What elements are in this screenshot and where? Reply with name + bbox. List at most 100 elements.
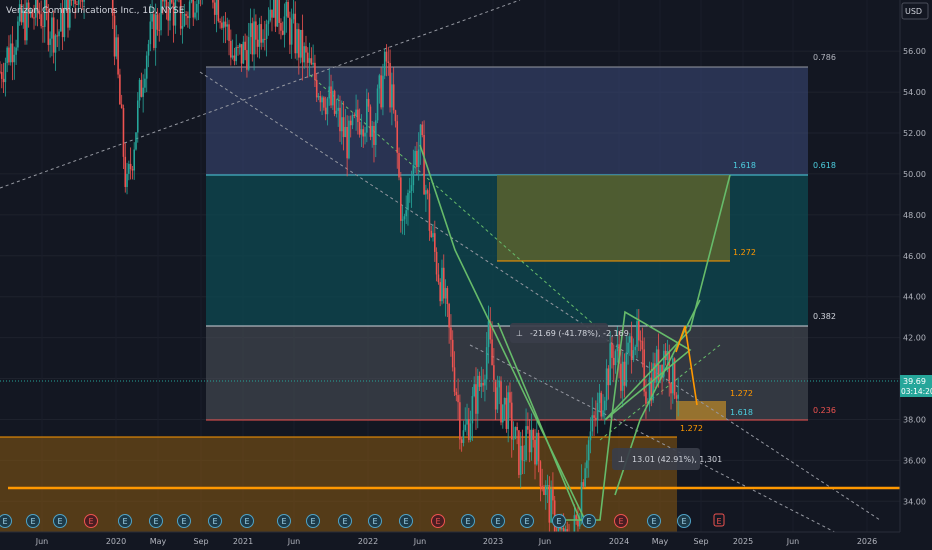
candle-body: [604, 400, 606, 411]
price-tick-label: 34.00: [903, 497, 926, 506]
candle-body: [485, 347, 488, 380]
candle-body: [135, 132, 137, 150]
candle-body: [0, 72, 3, 79]
earnings-letter: E: [465, 517, 470, 526]
candle-body: [2, 78, 5, 83]
candle-body: [552, 488, 554, 501]
candle-body: [437, 274, 440, 283]
candle-body: [339, 107, 341, 132]
candle-body: [591, 415, 594, 432]
candle-body: [235, 46, 237, 62]
candle-body: [156, 14, 159, 30]
price-chart[interactable]: 0.786 0.618 0.382 0.236 1.618 1.272 1.27…: [0, 0, 932, 550]
time-label: Jun: [786, 537, 800, 546]
candle-body: [575, 515, 577, 520]
candle-body: [518, 430, 520, 475]
candle-body: [187, 15, 189, 19]
candle-body: [323, 97, 325, 108]
candle-body: [435, 251, 438, 275]
candle-body: [119, 74, 121, 105]
candle-body: [500, 380, 502, 423]
candle-body: [469, 423, 472, 440]
candle-body: [407, 192, 409, 211]
candle-body: [274, 0, 277, 27]
earnings-letter: E: [618, 517, 623, 526]
candle-body: [153, 14, 155, 48]
time-label: 2023: [483, 537, 503, 546]
candle-body: [357, 109, 359, 123]
candle-body: [623, 361, 626, 386]
candle-body: [482, 382, 484, 386]
candle-body: [330, 86, 332, 106]
earnings-letter: E: [122, 517, 127, 526]
candle-body: [306, 52, 309, 63]
fib-label-0618: 0.618: [813, 161, 836, 170]
candle-body: [519, 445, 522, 475]
candle-body: [6, 47, 8, 63]
candle-body: [509, 392, 511, 403]
time-label: May: [150, 537, 167, 546]
candle-body: [544, 485, 547, 495]
price-tick-label: 46.00: [903, 252, 926, 261]
candle-body: [598, 392, 601, 403]
candle-body: [240, 44, 243, 64]
candle-body: [546, 485, 549, 487]
candle-body: [630, 336, 633, 361]
time-label: 2022: [358, 537, 378, 546]
earnings-letter: E: [681, 517, 686, 526]
earnings-letter: E: [212, 517, 217, 526]
candle-body: [310, 58, 313, 65]
candle-body: [72, 0, 75, 1]
candle-body: [280, 22, 282, 31]
candle-body: [584, 468, 586, 487]
candle-body: [496, 387, 499, 410]
price-tick-label: 54.00: [903, 88, 926, 97]
time-label: Jun: [413, 537, 427, 546]
candle-body: [400, 177, 402, 221]
candle-body: [154, 14, 157, 48]
candle-body: [319, 96, 322, 103]
candle-body: [15, 47, 17, 55]
candle-body: [364, 132, 366, 137]
price-tick-label: 48.00: [903, 211, 926, 220]
candle-body: [217, 0, 220, 22]
candle-body: [181, 25, 184, 29]
small-target-box: [676, 401, 726, 420]
time-label: Jun: [538, 537, 552, 546]
candle-body: [444, 288, 447, 299]
candle-body: [258, 24, 261, 47]
candle-body: [332, 90, 334, 106]
candle-body: [267, 20, 270, 25]
candle-body: [163, 0, 166, 2]
candle-body: [612, 357, 615, 366]
candle-body: [264, 38, 266, 40]
candle-body: [122, 108, 125, 157]
candle-body: [527, 426, 529, 430]
candle-body: [120, 104, 123, 109]
candle-body: [366, 98, 368, 133]
candle-body: [290, 19, 293, 45]
candle-body: [516, 426, 518, 431]
candle-body: [476, 375, 479, 414]
price-tick-label: 56.00: [903, 47, 926, 56]
candle-body: [543, 488, 545, 495]
candle-body: [450, 327, 452, 340]
candle-body: [83, 0, 85, 2]
candle-body: [8, 47, 10, 63]
candle-body: [149, 21, 152, 45]
candle-body: [271, 9, 273, 18]
candle-body: [272, 0, 275, 18]
candle-body: [369, 106, 372, 137]
candle-body: [317, 96, 320, 98]
candle-body: [144, 78, 146, 88]
candle-body: [246, 50, 248, 70]
candle-body: [428, 193, 431, 231]
earnings-letter: E: [716, 517, 721, 526]
candle-body: [387, 61, 390, 64]
earnings-letter: E: [495, 517, 500, 526]
candle-body: [326, 98, 329, 115]
candle-body: [287, 1, 289, 18]
candle-body: [475, 384, 477, 414]
candle-body: [380, 75, 382, 108]
time-label: 2026: [857, 537, 877, 546]
